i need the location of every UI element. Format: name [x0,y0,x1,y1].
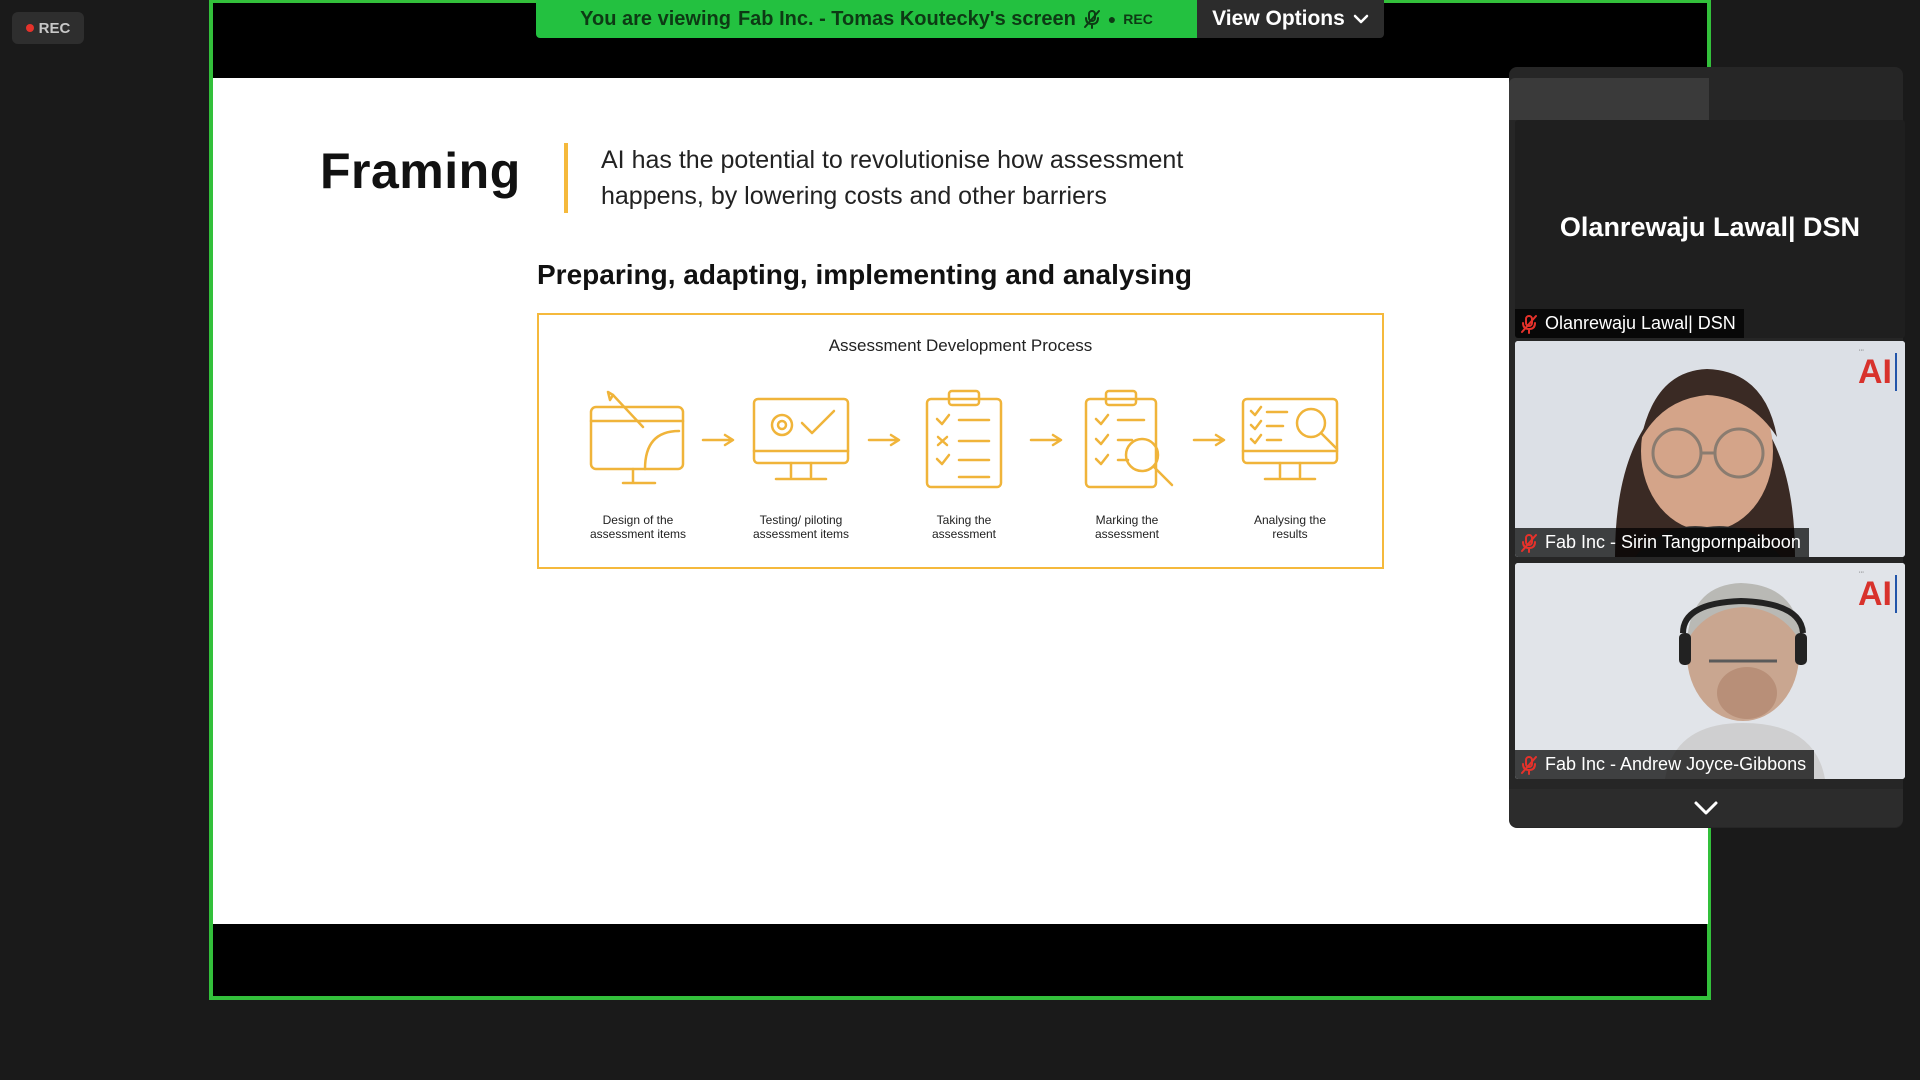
slide-subtitle: Preparing, adapting, implementing and an… [537,259,1192,290]
monitor-analysis-icon [1241,397,1339,481]
recording-label: REC [38,19,71,37]
slide-description: AI has the potential to revolutionise ho… [601,146,1184,210]
chevron-down-icon[interactable] [1693,800,1719,816]
step-label: Analysing the results [1253,513,1327,541]
process-step-marking: Marking the assessment [1047,387,1207,541]
panel-footer [1509,789,1903,827]
record-dot-icon [25,24,34,32]
process-step-analysing: Analysing the results [1210,387,1370,541]
viewing-banner: You are viewing Fab Inc. - Tomas Kouteck… [536,0,1197,38]
presenter-name: Fab Inc. - Tomas Koutecky's screen [737,7,1076,30]
participant-tile[interactable]: Olanrewaju Lawal| DSN Olanrewaju Lawal| … [1515,120,1905,338]
participant-display-name: Olanrewaju Lawal| DSN [1559,212,1861,242]
step-label: Testing/ piloting assessment items [752,513,850,541]
clipboard-magnifier-icon [1084,389,1174,489]
participant-label: Fab Inc - Andrew Joyce-Gibbons [1515,750,1815,779]
participant-video-tile[interactable]: ··· AI Fab Inc - Sirin Tangpornpaiboon [1515,341,1905,557]
participant-video [1515,341,1905,557]
view-options-button[interactable]: View Options [1197,0,1384,38]
view-options-label: View Options [1212,7,1345,30]
viewbar-rec-label: REC [1123,11,1153,27]
process-diagram: Assessment Development Process Design of… [537,313,1384,569]
slide-title: Framing [320,143,521,199]
drafting-icon [589,390,685,485]
monitor-gear-check-icon [752,397,850,481]
participant-video [1515,563,1905,779]
step-label: Marking the assessment [1094,513,1160,541]
participant-video-tile[interactable]: ··· AI Fab Inc - Andrew Joyce-Gibbons [1515,563,1905,779]
participant-label: Olanrewaju Lawal| DSN [1515,309,1744,338]
title-divider [564,143,568,213]
viewing-prefix: You are viewing [580,7,731,30]
step-label: Design of the assessment items [589,513,687,541]
screen-share-bar: You are viewing Fab Inc. - Tomas Kouteck… [536,0,1384,38]
process-title: Assessment Development Process [828,336,1093,355]
process-step-design: Design of the assessment items [558,387,718,541]
clipboard-checklist-icon [925,389,1003,489]
panel-header-strip [1509,78,1709,120]
mic-muted-icon [1521,533,1537,553]
process-step-taking: Taking the assessment [884,387,1044,541]
participant-label: Fab Inc - Sirin Tangpornpaiboon [1515,528,1809,557]
participants-panel: Olanrewaju Lawal| DSN Olanrewaju Lawal| … [1509,67,1905,828]
step-label: Taking the assessment [931,513,997,541]
process-step-testing: Testing/ piloting assessment items [721,387,881,541]
ai-logo-icon: ··· AI [1853,570,1897,617]
mic-muted-icon [1083,10,1100,29]
record-dot-icon: ● [1107,11,1117,27]
ai-logo-icon: ··· AI [1853,348,1897,395]
mic-muted-icon [1521,314,1537,334]
chevron-down-icon [1353,14,1369,24]
mic-muted-icon [1521,755,1537,775]
recording-indicator: REC [12,12,84,44]
